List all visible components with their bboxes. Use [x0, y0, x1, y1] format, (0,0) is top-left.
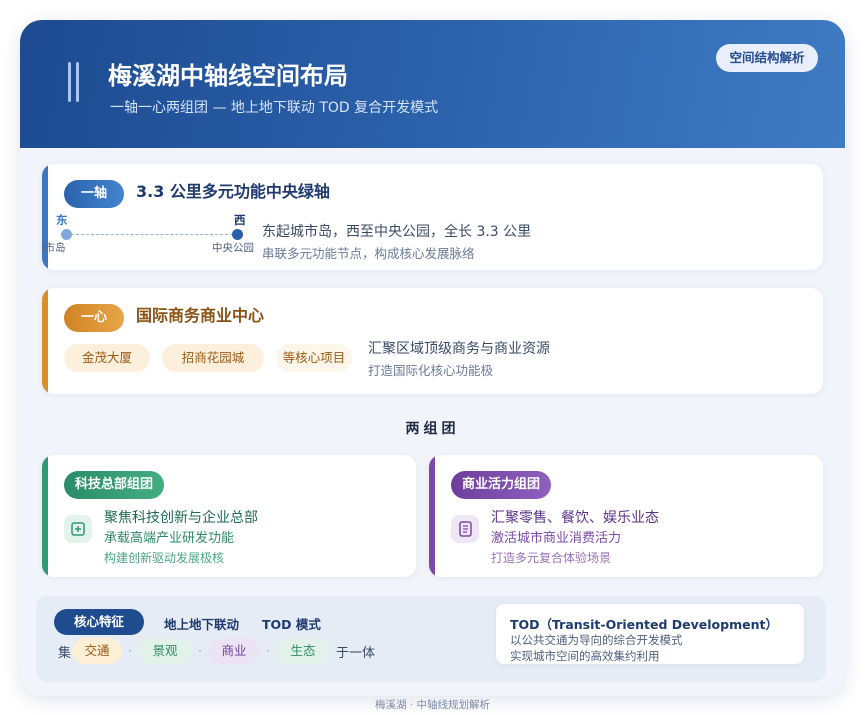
core-chip-others: 等核心项目 — [276, 344, 352, 372]
core-desc-line2: 打造国际化核心功能极 — [368, 363, 494, 378]
features-tag: 核心特征 — [54, 609, 144, 635]
axis-end-dot — [232, 229, 243, 240]
core-title: 国际商务商业中心 — [136, 306, 265, 325]
tod-desc-line2: 实现城市空间的高效集约利用 — [510, 649, 660, 663]
commerce-desc-line3: 打造多元复合体验场景 — [491, 551, 612, 565]
clusters-heading: 两组团 — [405, 421, 460, 437]
keyword-separator: · — [128, 643, 132, 658]
keyword-separator: · — [266, 643, 270, 658]
page-title: 梅溪湖中轴线空间布局 — [108, 62, 348, 90]
core-tag: 一心 — [64, 304, 124, 332]
axis-start-dot — [61, 229, 72, 240]
core-chip-merchants: 招商花园城 — [162, 344, 264, 372]
axis-east-place: 城市岛 — [42, 242, 66, 254]
plus-square-icon — [64, 515, 92, 543]
main-card: 梅溪湖中轴线空间布局 一轴一心两组团 — 地上地下联动 TOD 复合开发模式 空… — [20, 20, 845, 696]
header-decoration-bar — [76, 62, 79, 102]
commerce-accent-bar — [429, 455, 435, 577]
axis-section: 一轴 3.3 公里多元功能中央绿轴 东 西 城市岛 中央公园 东起城市岛，西至中… — [42, 164, 823, 270]
axis-west-label: 西 — [234, 213, 246, 227]
tod-desc-line1: 以公共交通为导向的综合开发模式 — [510, 633, 683, 647]
tech-cluster-tag: 科技总部组团 — [64, 471, 164, 499]
commerce-desc-line1: 汇聚零售、餐饮、娱乐业态 — [491, 510, 659, 526]
header-banner: 梅溪湖中轴线空间布局 一轴一心两组团 — 地上地下联动 TOD 复合开发模式 空… — [20, 20, 845, 148]
tod-explainer-box: TOD（Transit-Oriented Development） 以公共交通为… — [496, 604, 804, 664]
tech-cluster-card: 科技总部组团 聚焦科技创新与企业总部 承载高端产业研发功能 构建创新驱动发展极核 — [42, 455, 416, 577]
page-subtitle: 一轴一心两组团 — 地上地下联动 TOD 复合开发模式 — [110, 100, 439, 116]
features-prefix: 集 — [58, 646, 72, 661]
axis-title: 3.3 公里多元功能中央绿轴 — [136, 182, 330, 201]
features-suffix: 于一体 — [336, 646, 376, 661]
keyword-ecology: 生态 — [276, 638, 330, 664]
commerce-desc-line2: 激活城市商业消费活力 — [491, 531, 622, 546]
feature-above-below-ground: 地上地下联动 — [164, 617, 240, 632]
feature-tod-mode: TOD 模式 — [262, 617, 321, 632]
axis-tag: 一轴 — [64, 180, 124, 208]
axis-route-line — [66, 234, 238, 235]
core-desc-line1: 汇聚区域顶级商务与商业资源 — [368, 341, 550, 357]
tech-desc-line1: 聚焦科技创新与企业总部 — [104, 510, 258, 526]
commerce-cluster-tag: 商业活力组团 — [451, 471, 551, 499]
analysis-badge[interactable]: 空间结构解析 — [716, 44, 818, 72]
tech-desc-line2: 承载高端产业研发功能 — [104, 531, 235, 546]
keyword-separator: · — [198, 643, 202, 658]
tech-desc-line3: 构建创新驱动发展极核 — [104, 551, 225, 565]
header-decoration-bar — [68, 62, 71, 102]
core-section: 一心 国际商务商业中心 金茂大厦 招商花园城 等核心项目 汇聚区域顶级商务与商业… — [42, 288, 823, 394]
keyword-landscape: 景观 — [138, 638, 192, 664]
tod-title: TOD（Transit-Oriented Development） — [510, 617, 778, 632]
document-icon — [451, 515, 479, 543]
axis-east-label: 东 — [56, 213, 68, 227]
features-panel: 核心特征 地上地下联动 TOD 模式 集 交通 · 景观 · 商业 · 生态 于… — [36, 596, 826, 682]
axis-west-place: 中央公园 — [212, 242, 254, 254]
footer-credit: 梅溪湖 · 中轴线规划解析 — [374, 699, 490, 711]
axis-desc-line2: 串联多元功能节点，构成核心发展脉络 — [262, 246, 475, 261]
commerce-cluster-card: 商业活力组团 汇聚零售、餐饮、娱乐业态 激活城市商业消费活力 打造多元复合体验场… — [429, 455, 823, 577]
tech-accent-bar — [42, 455, 48, 577]
core-chip-jinmao: 金茂大厦 — [64, 344, 150, 372]
keyword-commerce: 商业 — [208, 638, 260, 664]
core-accent-bar — [42, 288, 48, 394]
keyword-transport: 交通 — [72, 638, 122, 664]
axis-desc-line1: 东起城市岛，西至中央公园，全长 3.3 公里 — [262, 224, 532, 240]
